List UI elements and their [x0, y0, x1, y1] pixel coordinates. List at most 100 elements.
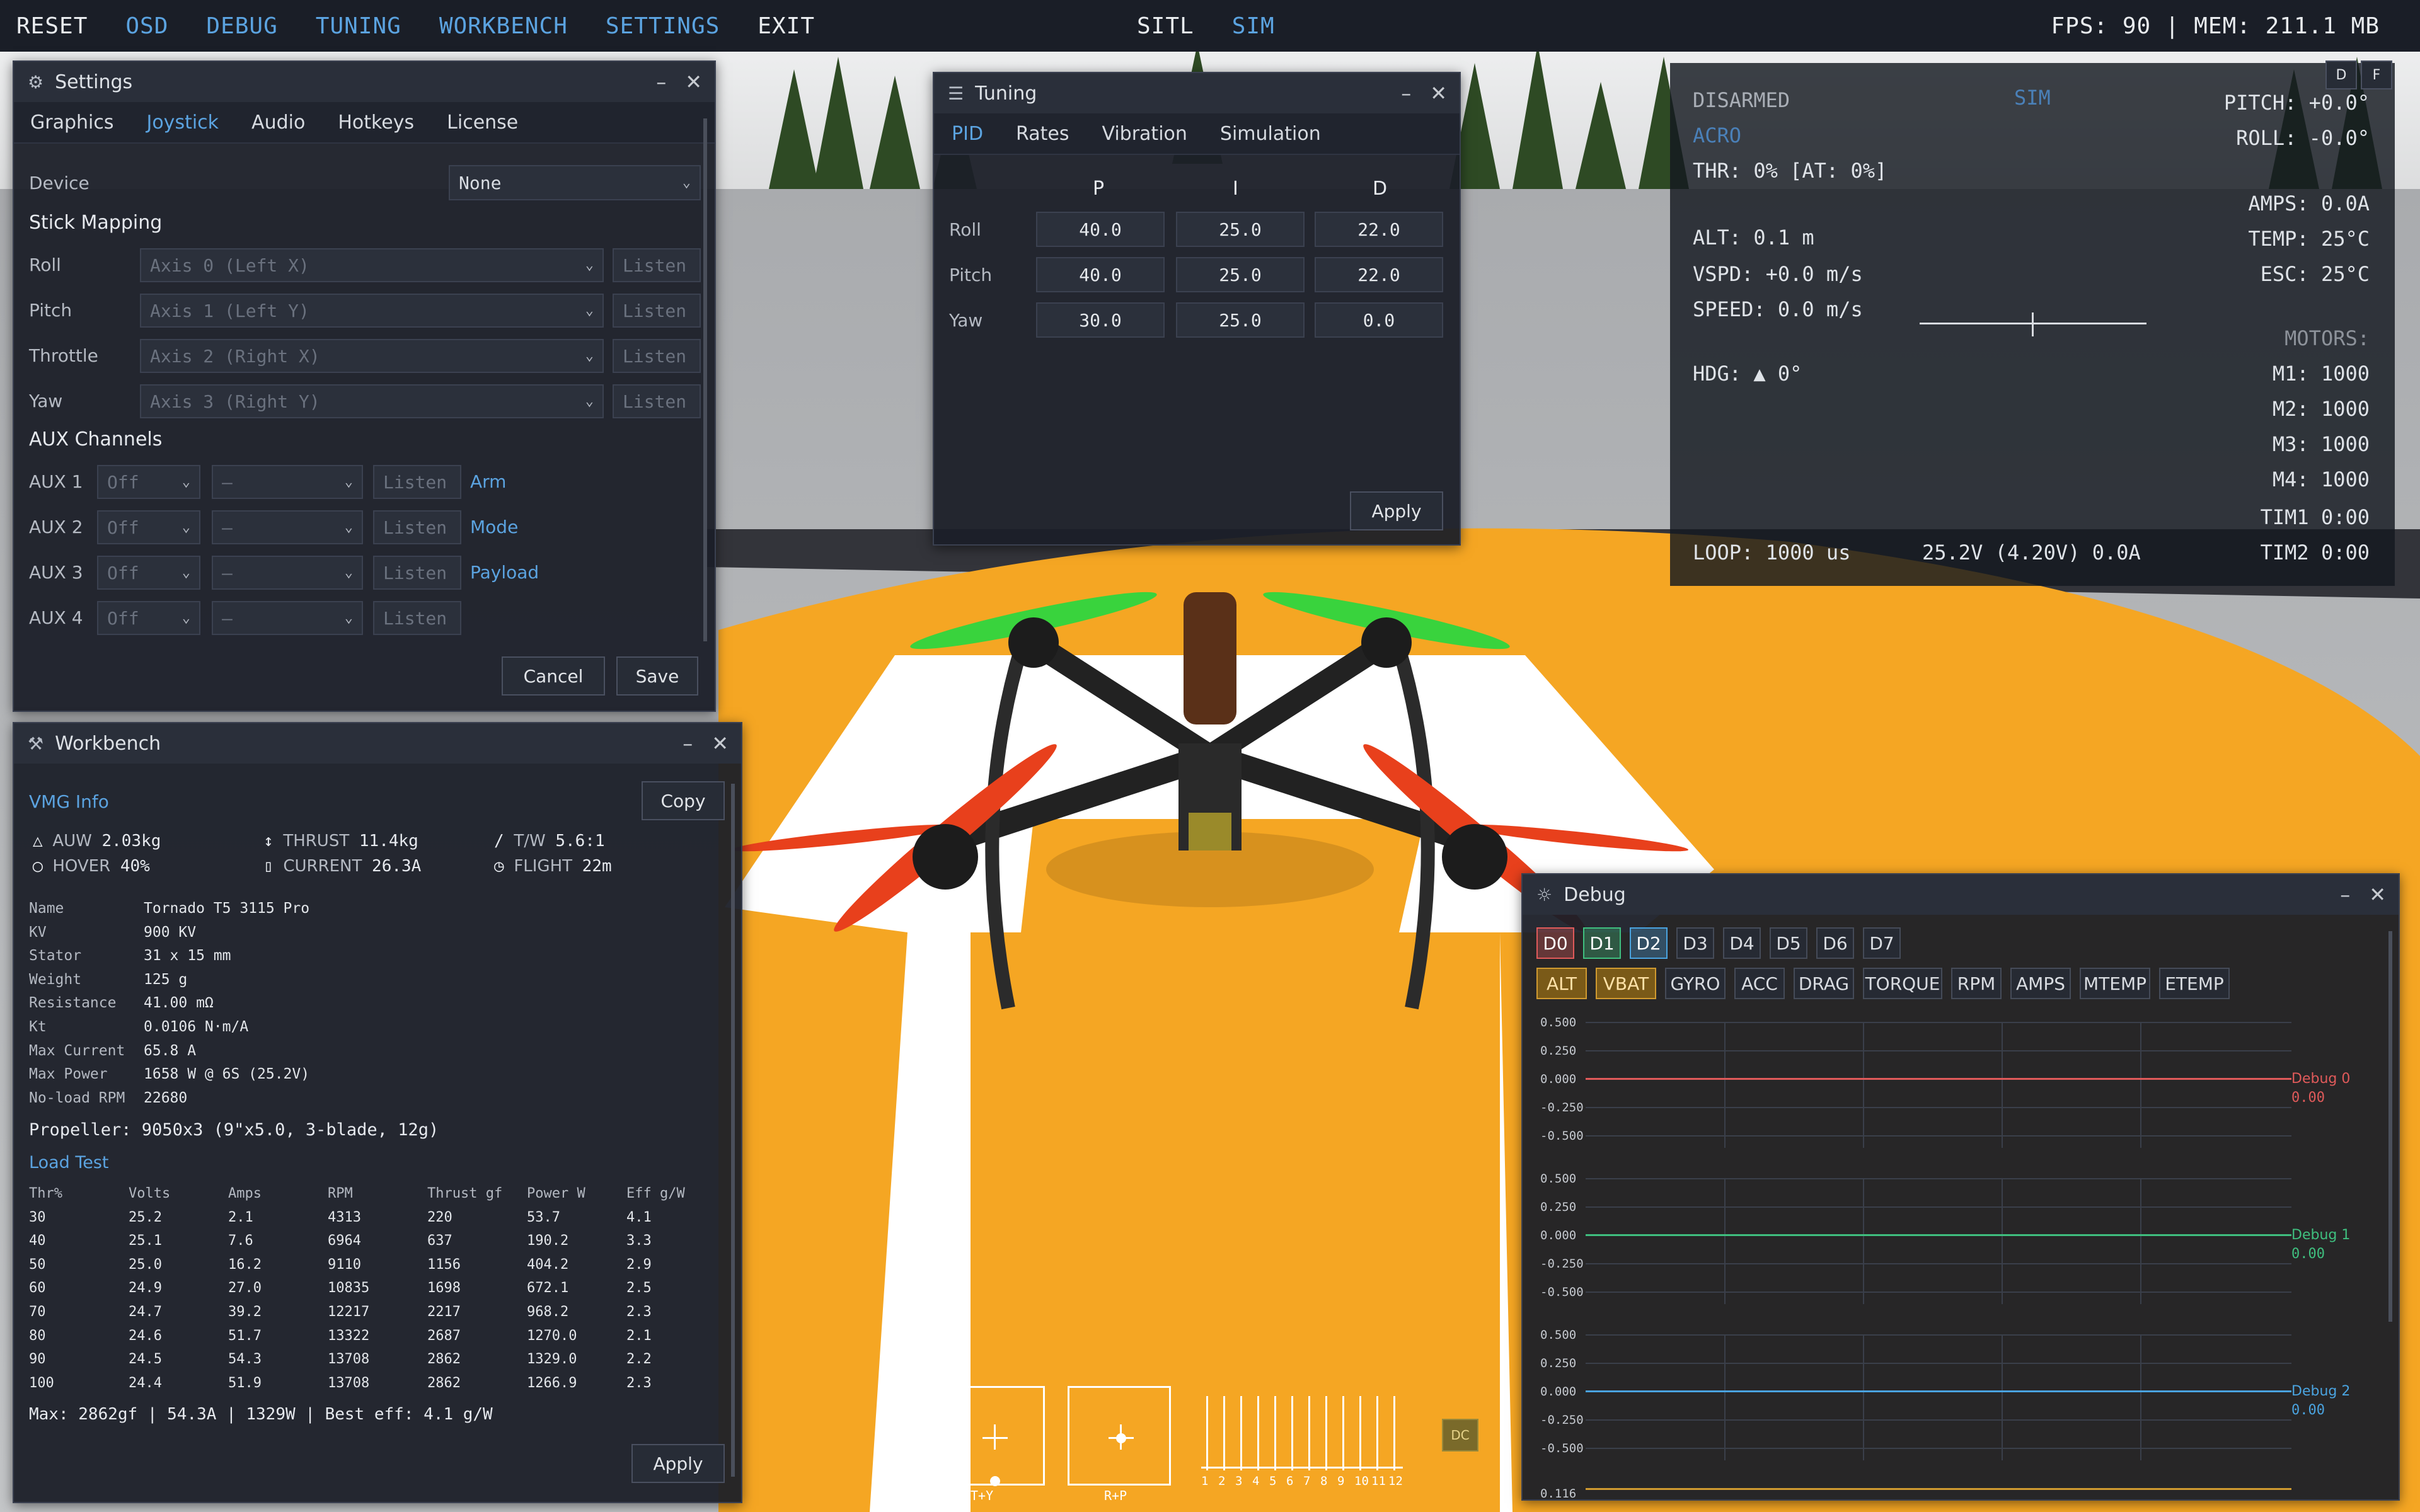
tab-joystick[interactable]: Joystick: [146, 112, 219, 134]
menu-debug[interactable]: DEBUG: [206, 13, 277, 39]
aux-channel-select-3[interactable]: –⌄: [212, 556, 363, 590]
tab-rates[interactable]: Rates: [1016, 123, 1069, 145]
workbench-apply-button[interactable]: Apply: [631, 1444, 725, 1483]
axis-select-yaw[interactable]: Axis 3 (Right Y)⌄: [140, 384, 604, 418]
menu-tuning[interactable]: TUNING: [316, 13, 401, 39]
minimize-icon[interactable]: –: [656, 70, 666, 94]
workbench-titlebar[interactable]: ⚒ Workbench –✕: [14, 723, 741, 764]
osd-overlay: DISARMED SIM ACRO THR: 0% [AT: 0%] PITCH…: [1670, 63, 2395, 586]
debug-source-acc[interactable]: ACC: [1734, 968, 1785, 999]
aux-mode-select-3[interactable]: Off⌄: [97, 556, 200, 590]
axis-select-pitch[interactable]: Axis 1 (Left Y)⌄: [140, 294, 604, 328]
close-icon[interactable]: ✕: [2369, 883, 2386, 907]
device-select[interactable]: None⌄: [449, 165, 701, 200]
debug-channel-d1[interactable]: D1: [1583, 927, 1621, 959]
pid-yaw-p[interactable]: 30.0: [1036, 302, 1165, 338]
tab-audio[interactable]: Audio: [251, 112, 305, 134]
tab-pid[interactable]: PID: [952, 123, 983, 145]
tuning-apply-button[interactable]: Apply: [1350, 491, 1443, 530]
tab-vibration[interactable]: Vibration: [1102, 123, 1187, 145]
listen-button-throttle[interactable]: Listen: [613, 339, 701, 373]
osd-heading-value: 0°: [1778, 362, 1802, 386]
debug-channel-d3[interactable]: D3: [1676, 927, 1714, 959]
menu-settings[interactable]: SETTINGS: [606, 13, 720, 39]
debug-source-drag[interactable]: DRAG: [1794, 968, 1854, 999]
debug-source-etemp[interactable]: ETEMP: [2159, 968, 2230, 999]
aux-listen-button-3[interactable]: Listen: [373, 556, 461, 590]
aux-mode-select-1[interactable]: Off⌄: [97, 465, 200, 499]
aux-listen-button-2[interactable]: Listen: [373, 510, 461, 544]
osd-heading-label: HDG:: [1693, 362, 1741, 386]
minimize-icon[interactable]: –: [683, 731, 693, 755]
debug-channel-d6[interactable]: D6: [1816, 927, 1854, 959]
aux-channel-select-4[interactable]: –⌄: [212, 601, 363, 635]
tab-license[interactable]: License: [447, 112, 518, 134]
menu-osd[interactable]: OSD: [125, 13, 168, 39]
debug-source-mtemp[interactable]: MTEMP: [2080, 968, 2150, 999]
pid-roll-i[interactable]: 25.0: [1176, 212, 1305, 247]
menu-exit[interactable]: EXIT: [758, 13, 815, 39]
debug-channel-d0[interactable]: D0: [1536, 927, 1574, 959]
minimize-icon[interactable]: –: [2340, 883, 2350, 907]
debug-channel-d7[interactable]: D7: [1863, 927, 1901, 959]
debug-source-gyro[interactable]: GYRO: [1665, 968, 1726, 999]
aux-listen-button-1[interactable]: Listen: [373, 465, 461, 499]
aux-mode-select-2[interactable]: Off⌄: [97, 510, 200, 544]
axis-select-throttle[interactable]: Axis 2 (Right X)⌄: [140, 339, 604, 373]
osd-d-button[interactable]: D: [2325, 60, 2357, 89]
pid-pitch-d[interactable]: 22.0: [1315, 257, 1443, 292]
close-icon[interactable]: ✕: [1430, 81, 1447, 105]
y-tick-label: -0.500: [1540, 1441, 1584, 1455]
tab-hotkeys[interactable]: Hotkeys: [338, 112, 414, 134]
y-tick-label: -0.250: [1540, 1101, 1584, 1114]
top-menu-bar: RESET OSD DEBUG TUNING WORKBENCH SETTING…: [0, 0, 2420, 52]
pid-yaw-i[interactable]: 25.0: [1176, 302, 1305, 338]
tuning-titlebar[interactable]: ☰ Tuning –✕: [934, 73, 1460, 113]
debug-source-rpm[interactable]: RPM: [1951, 968, 2002, 999]
mode-sitl[interactable]: SITL: [1137, 13, 1194, 39]
axis-value-throttle: Axis 2 (Right X): [150, 346, 320, 367]
pid-yaw-d[interactable]: 0.0: [1315, 302, 1443, 338]
settings-titlebar[interactable]: ⚙ Settings –✕: [14, 62, 715, 102]
scrollbar[interactable]: [2388, 931, 2392, 1322]
debug-source-vbat[interactable]: VBAT: [1596, 968, 1656, 999]
debug-source-alt[interactable]: ALT: [1536, 968, 1587, 999]
osd-motor-4: M4: 1000: [2273, 467, 2370, 491]
menu-workbench[interactable]: WORKBENCH: [439, 13, 568, 39]
pid-roll-p[interactable]: 40.0: [1036, 212, 1165, 247]
save-button[interactable]: Save: [616, 656, 698, 696]
aux-listen-button-4[interactable]: Listen: [373, 601, 461, 635]
pid-pitch-i[interactable]: 25.0: [1176, 257, 1305, 292]
pid-roll-d[interactable]: 22.0: [1315, 212, 1443, 247]
debug-channel-d2[interactable]: D2: [1630, 927, 1668, 959]
debug-channel-d4[interactable]: D4: [1723, 927, 1761, 959]
gridline: [2002, 1178, 2003, 1304]
close-icon[interactable]: ✕: [685, 70, 702, 94]
cancel-button[interactable]: Cancel: [502, 656, 605, 696]
debug-channel-d5[interactable]: D5: [1770, 927, 1807, 959]
listen-button-pitch[interactable]: Listen: [613, 294, 701, 328]
copy-button[interactable]: Copy: [642, 781, 725, 820]
aux-mode-select-4[interactable]: Off⌄: [97, 601, 200, 635]
debug-plot: [1586, 1334, 2291, 1460]
listen-button-yaw[interactable]: Listen: [613, 384, 701, 418]
scrollbar[interactable]: [731, 784, 735, 1477]
tab-graphics[interactable]: Graphics: [30, 112, 113, 134]
axis-select-roll[interactable]: Axis 0 (Left X)⌄: [140, 248, 604, 282]
gridline: [2140, 1022, 2141, 1148]
aux-channel-select-1[interactable]: –⌄: [212, 465, 363, 499]
listen-button-roll[interactable]: Listen: [613, 248, 701, 282]
mode-sim[interactable]: SIM: [1232, 13, 1275, 39]
scrollbar[interactable]: [703, 118, 707, 641]
debug-source-amps[interactable]: AMPS: [2010, 968, 2071, 999]
debug-source-torque[interactable]: TORQUE: [1863, 968, 1942, 999]
minimize-icon[interactable]: –: [1401, 81, 1411, 105]
pid-pitch-p[interactable]: 40.0: [1036, 257, 1165, 292]
debug-titlebar[interactable]: ☼ Debug –✕: [1523, 874, 2399, 915]
dc-badge[interactable]: DC: [1442, 1419, 1478, 1452]
close-icon[interactable]: ✕: [712, 731, 729, 755]
osd-f-button[interactable]: F: [2361, 60, 2392, 89]
tab-simulation[interactable]: Simulation: [1220, 123, 1321, 145]
aux-channel-select-2[interactable]: –⌄: [212, 510, 363, 544]
menu-reset[interactable]: RESET: [16, 13, 88, 39]
